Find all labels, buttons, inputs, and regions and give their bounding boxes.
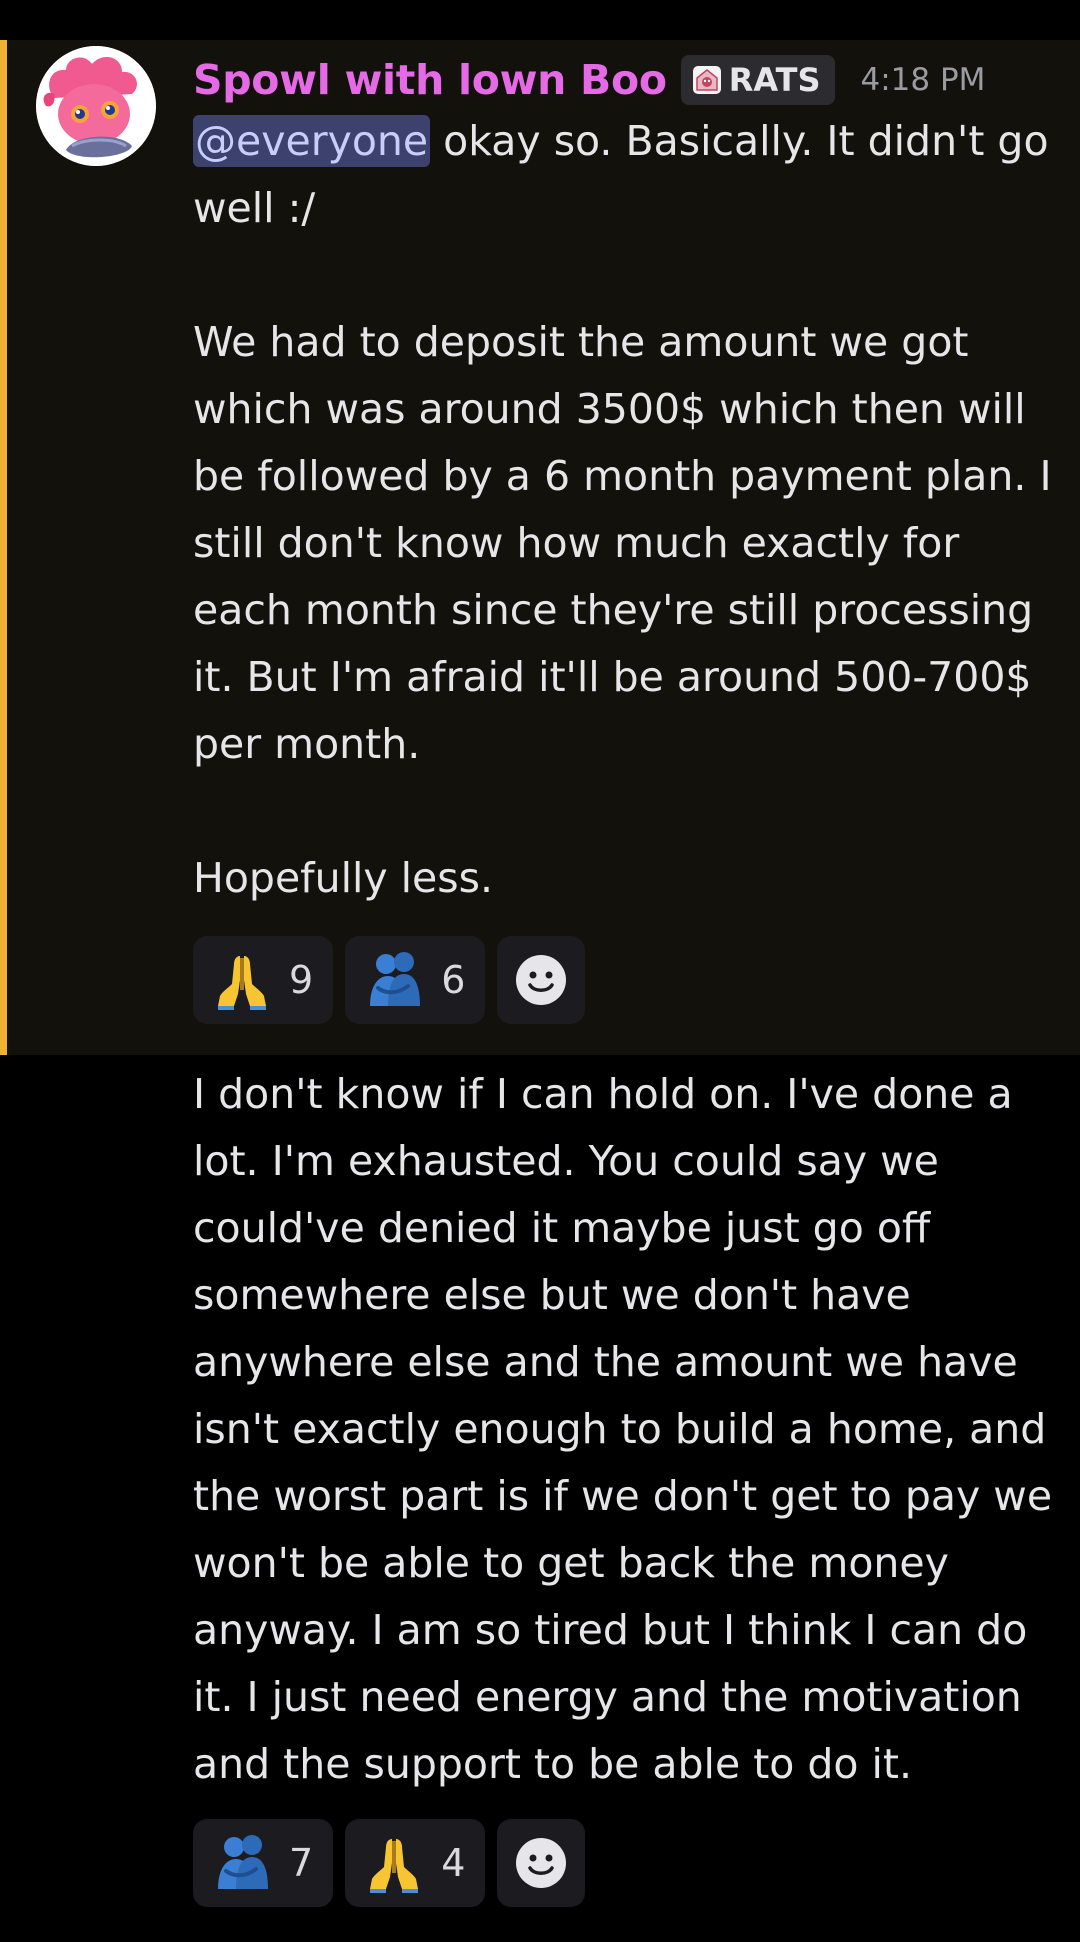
reaction-people-hugging[interactable]: 6	[345, 936, 486, 1024]
people-hugging-icon	[209, 1830, 275, 1896]
role-tag[interactable]: RATS	[680, 55, 835, 105]
reaction-folded-hands[interactable]: 4	[345, 1819, 486, 1907]
reaction-people-hugging[interactable]: 7	[193, 1819, 334, 1907]
message-body: okay so. Basically. It didn't go well :/…	[193, 117, 1052, 902]
folded-hands-icon	[361, 1830, 427, 1896]
reaction-count: 7	[289, 1841, 314, 1885]
reaction-folded-hands[interactable]: 9	[193, 936, 334, 1024]
mention-everyone[interactable]: @everyone	[193, 115, 431, 167]
folded-hands-icon	[209, 947, 275, 1013]
username[interactable]: Spowl with lown Boo	[193, 56, 667, 104]
timestamp: 4:18 PM	[860, 62, 986, 98]
reaction-bar-followup: 7 4	[193, 1819, 586, 1907]
message-text: @everyone okay so. Basically. It didn't …	[193, 108, 1053, 912]
message-followup-text: I don't know if I can hold on. I've done…	[193, 1070, 1053, 1788]
reaction-count: 9	[289, 958, 314, 1002]
avatar-pink-creature-icon	[36, 46, 156, 166]
message-header: Spowl with lown Boo RATS 4:18 PM	[193, 50, 985, 110]
add-reaction-button[interactable]	[497, 936, 586, 1024]
reaction-bar: 9 6	[193, 936, 586, 1024]
reaction-count: 6	[441, 958, 466, 1002]
add-reaction-button[interactable]	[497, 1819, 586, 1907]
top-strip	[0, 0, 1080, 40]
people-hugging-icon	[361, 947, 427, 1013]
smiley-face-icon	[516, 955, 567, 1005]
avatar[interactable]	[36, 46, 156, 166]
reaction-count: 4	[441, 1841, 466, 1885]
message-highlighted[interactable]: Spowl with lown Boo RATS 4:18 PM @everyo…	[0, 40, 1080, 1055]
smiley-face-icon	[516, 1838, 567, 1888]
role-label: RATS	[728, 61, 821, 99]
rat-house-icon	[692, 66, 721, 94]
mention-highlight-bar	[0, 40, 7, 1055]
